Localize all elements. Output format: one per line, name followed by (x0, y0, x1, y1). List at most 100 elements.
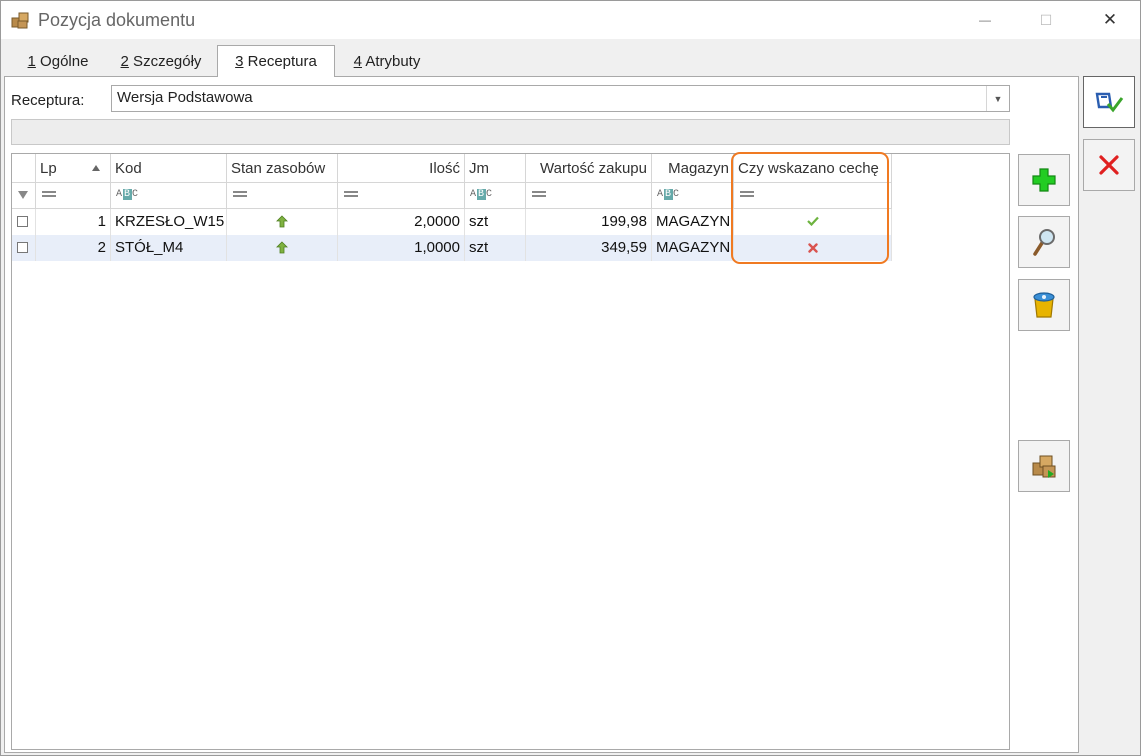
maximize-button[interactable]: ☐ (1023, 1, 1069, 39)
filter-lp[interactable] (36, 183, 111, 209)
column-header-label: Wartość zakupu (540, 160, 647, 177)
tab-receptura[interactable]: 3 Receptura (217, 45, 335, 77)
column-header-label: Stan zasobów (231, 160, 326, 177)
column-header-stan[interactable]: Stan zasobów (227, 154, 338, 183)
column-header-magazyn[interactable]: Magazyn (652, 154, 734, 183)
table-row[interactable]: 2 STÓŁ_M4 1,0000 szt 349,59 MAGAZYN (12, 235, 892, 261)
tab-label: Atrybuty (361, 53, 421, 70)
column-header-ilosc[interactable]: Ilość (338, 154, 465, 183)
cell-magazyn: MAGAZYN (652, 235, 734, 261)
column-header-lp[interactable]: Lp (36, 154, 111, 183)
grid-indicator-header[interactable] (12, 154, 36, 183)
cell-stan (227, 209, 338, 235)
equals-icon (42, 191, 56, 197)
cell-stan (227, 235, 338, 261)
tab-label: Ogólne (35, 53, 89, 70)
trash-icon (1033, 292, 1055, 318)
minimize-icon: — (979, 13, 991, 27)
view-button[interactable] (1018, 216, 1070, 268)
column-header-label: Lp (40, 160, 57, 177)
column-header-label: Ilość (429, 160, 460, 177)
tab-atrybuty[interactable]: 4 Atrybuty (337, 49, 437, 75)
column-header-label: Kod (115, 160, 142, 177)
cross-icon (807, 243, 818, 253)
tab-label: Szczegóły (128, 53, 202, 70)
filter-kod[interactable]: ABC (111, 183, 227, 209)
cell-ilosc: 2,0000 (338, 209, 465, 235)
column-header-label: Magazyn (668, 160, 729, 177)
filter-ilosc[interactable] (338, 183, 465, 209)
window-title: Pozycja dokumentu (38, 10, 196, 30)
up-arrow-icon (276, 215, 288, 228)
table-row[interactable]: 1 KRZESŁO_W15 2,0000 szt 199,98 MAGAZYN (12, 209, 892, 235)
cell-wartosc: 349,59 (526, 235, 652, 261)
filter-row-toggle[interactable] (12, 183, 36, 209)
filter-wartosc[interactable] (526, 183, 652, 209)
cancel-icon (1099, 155, 1119, 175)
tab-hotkey: 1 (27, 53, 36, 70)
cell-kod: KRZESŁO_W15 (111, 209, 227, 235)
receptura-value: Wersja Podstawowa (117, 89, 253, 106)
sort-ascending-icon (92, 165, 100, 171)
title-bar: Pozycja dokumentu — ☐ ✕ (1, 1, 1140, 39)
minimize-button[interactable]: — (962, 1, 1008, 39)
cell-magazyn: MAGAZYN (652, 209, 734, 235)
tab-hotkey: 4 (353, 53, 362, 70)
text-filter-icon: ABC (470, 189, 494, 200)
close-button[interactable]: ✕ (1087, 1, 1133, 39)
cell-cecha (734, 235, 892, 261)
save-button[interactable] (1083, 76, 1135, 128)
filter-stan[interactable] (227, 183, 338, 209)
row-checkbox[interactable] (17, 242, 28, 253)
text-filter-icon: ABC (116, 189, 140, 200)
cell-cecha (734, 209, 892, 235)
cell-lp: 1 (36, 209, 111, 235)
column-header-label: Czy wskazano cechę (738, 160, 879, 177)
delete-button[interactable] (1018, 279, 1070, 331)
filter-magazyn[interactable]: ABC (652, 183, 734, 209)
receptura-label: Receptura: (11, 92, 85, 109)
filter-cecha[interactable] (734, 183, 892, 209)
column-header-wartosc[interactable]: Wartość zakupu (526, 154, 652, 183)
tab-hotkey: 2 (120, 53, 129, 70)
column-header-cecha[interactable]: Czy wskazano cechę (734, 154, 892, 183)
equals-icon (740, 191, 754, 197)
info-bar (11, 119, 1010, 145)
tab-label: Receptura (243, 53, 317, 70)
text-filter-icon: ABC (657, 189, 681, 200)
check-icon (806, 216, 819, 227)
save-icon (1095, 92, 1124, 113)
up-arrow-icon (276, 241, 288, 254)
components-button[interactable] (1018, 440, 1070, 492)
add-button[interactable] (1018, 154, 1070, 206)
tab-content-panel: Receptura: Wersja Podstawowa ▼ Lp Kod St… (4, 76, 1079, 753)
cell-lp: 2 (36, 235, 111, 261)
tab-strip: 1 Ogólne 2 Szczegóły 3 Receptura 4 Atryb… (1, 45, 1077, 77)
chevron-down-icon[interactable]: ▼ (986, 86, 1009, 111)
add-icon (1032, 168, 1056, 192)
column-header-jm[interactable]: Jm (465, 154, 526, 183)
row-checkbox-cell[interactable] (12, 209, 36, 235)
recipe-grid: Lp Kod Stan zasobów Ilość Jm Wartość zak… (11, 153, 1010, 750)
equals-icon (233, 191, 247, 197)
boxes-icon (1032, 455, 1056, 478)
tab-szczegoly[interactable]: 2 Szczegóły (107, 49, 215, 75)
filter-jm[interactable]: ABC (465, 183, 526, 209)
equals-icon (344, 191, 358, 197)
row-checkbox[interactable] (17, 216, 28, 227)
close-icon: ✕ (1102, 10, 1118, 29)
magnifier-icon (1033, 229, 1055, 256)
tab-ogolne[interactable]: 1 Ogólne (13, 49, 103, 75)
cell-ilosc: 1,0000 (338, 235, 465, 261)
cell-jm: szt (465, 209, 526, 235)
equals-icon (532, 191, 546, 197)
cell-kod: STÓŁ_M4 (111, 235, 227, 261)
cell-jm: szt (465, 235, 526, 261)
filter-icon (18, 191, 28, 199)
receptura-select[interactable]: Wersja Podstawowa ▼ (111, 85, 1010, 112)
app-boxes-icon (11, 12, 29, 29)
column-header-kod[interactable]: Kod (111, 154, 227, 183)
cancel-button[interactable] (1083, 139, 1135, 191)
column-header-label: Jm (469, 160, 489, 177)
row-checkbox-cell[interactable] (12, 235, 36, 261)
